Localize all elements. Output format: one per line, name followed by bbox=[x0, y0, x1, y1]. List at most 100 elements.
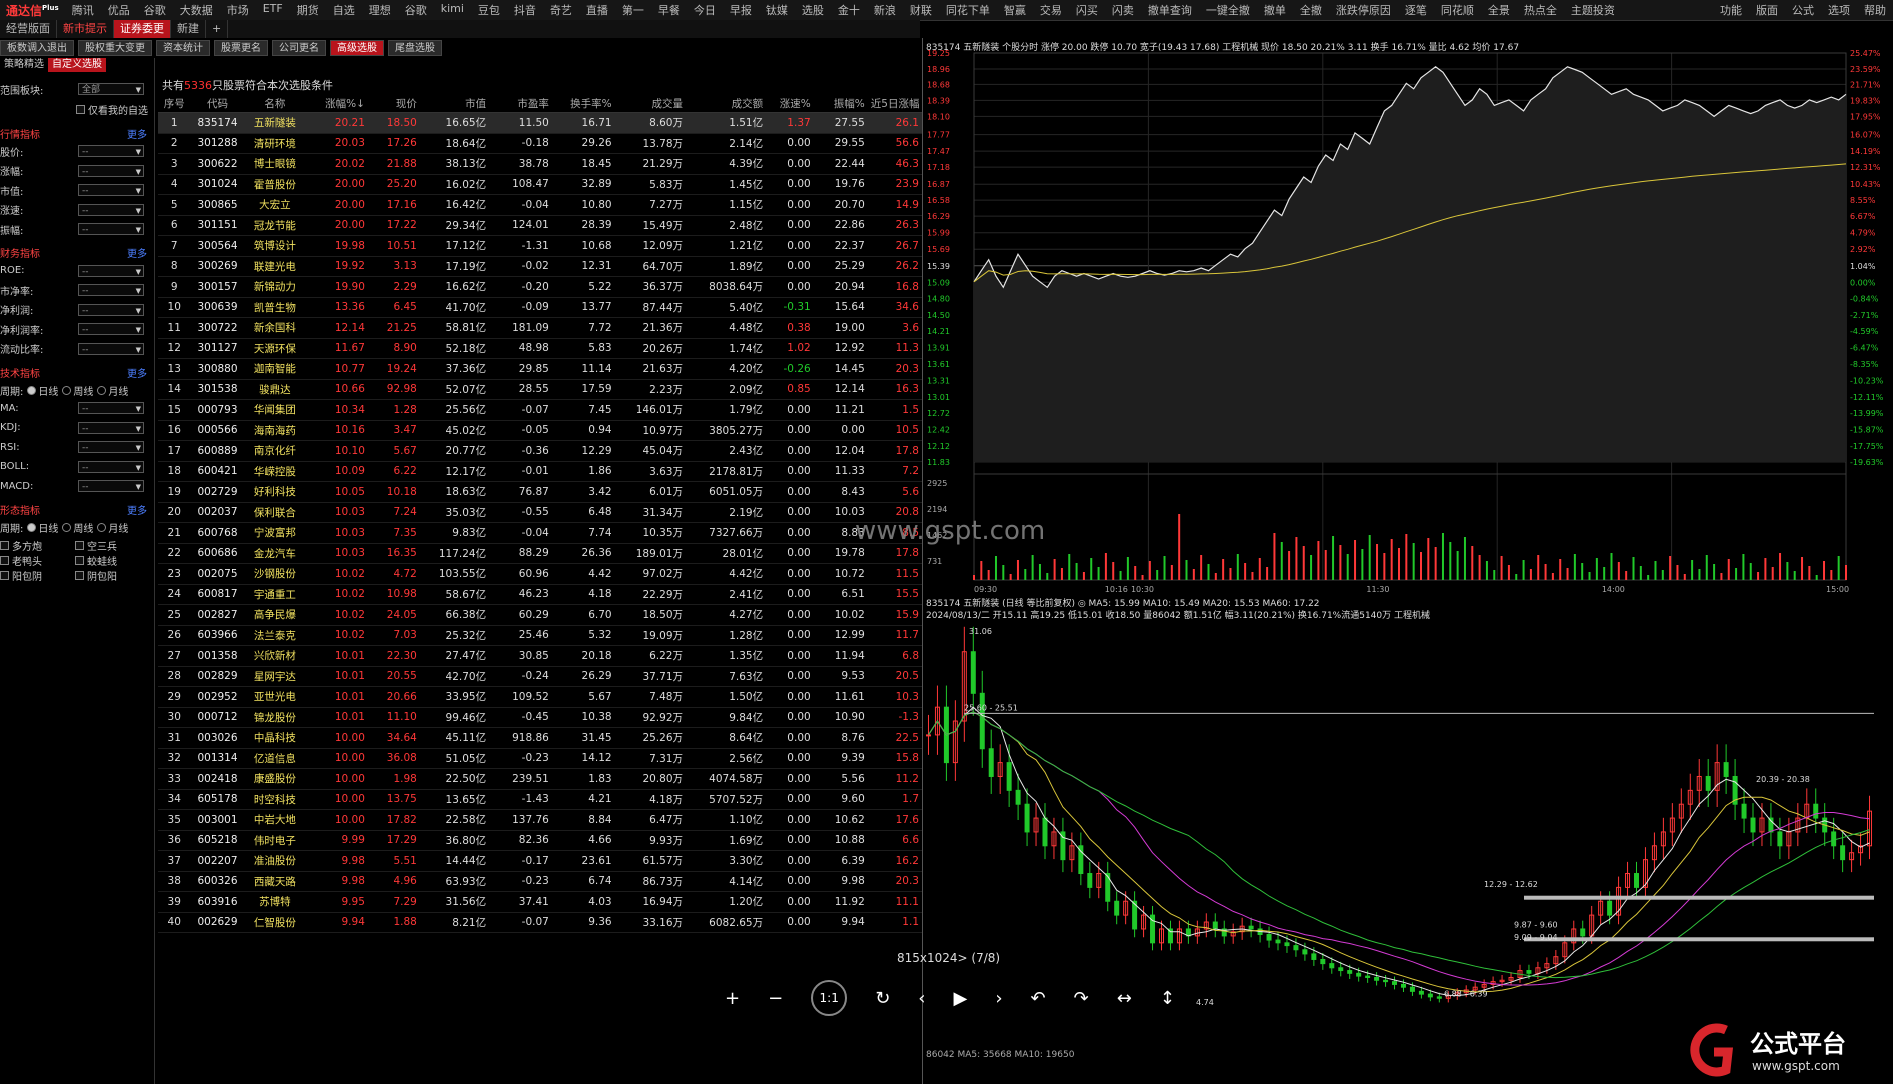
table-row[interactable]: 8 300269 联建光电 19.92 3.13 17.19亿 -0.02 12.31 64.7… bbox=[158, 256, 922, 277]
column-header[interactable]: 振幅% bbox=[813, 95, 868, 113]
viewer-button-9[interactable]: ↔ bbox=[1117, 988, 1132, 1009]
menu-item[interactable]: 谷歌 bbox=[137, 2, 173, 18]
pattern-checkbox[interactable] bbox=[0, 556, 9, 565]
filter-select[interactable]: -- bbox=[78, 342, 144, 356]
column-header[interactable]: 市值 bbox=[419, 95, 490, 113]
menu-item[interactable]: 主题投资 bbox=[1564, 2, 1622, 18]
table-row[interactable]: 5 300865 大宏立 20.00 17.16 16.42亿 -0.04 10.80 7.27… bbox=[158, 194, 922, 216]
tab-3[interactable]: 新建 bbox=[171, 20, 206, 38]
table-row[interactable]: 15 000793 华闻集团 10.34 1.28 25.56亿 -0.07 7.45 146.… bbox=[158, 399, 922, 421]
menu-right-item[interactable]: 公式 bbox=[1785, 2, 1821, 18]
subtab-6[interactable]: 尾盘选股 bbox=[388, 40, 442, 56]
column-header[interactable]: 换手率% bbox=[551, 95, 615, 113]
menu-item[interactable]: 自选 bbox=[326, 2, 362, 18]
column-header[interactable]: 名称 bbox=[244, 95, 306, 113]
subtab-3[interactable]: 股票更名 bbox=[214, 40, 268, 56]
menu-item[interactable]: 早餐 bbox=[651, 2, 687, 18]
table-row[interactable]: 14 301538 骏鼎达 10.66 92.98 52.07亿 28.55 17.59 2.2… bbox=[158, 379, 922, 400]
viewer-button-0[interactable]: + bbox=[725, 988, 740, 1009]
table-row[interactable]: 28 002829 星网宇达 10.01 20.55 42.70亿 -0.24 26.29 37… bbox=[158, 666, 922, 687]
table-row[interactable]: 17 600889 南京化纤 10.10 5.67 20.77亿 -0.36 12.29 45.… bbox=[158, 440, 922, 462]
table-row[interactable]: 38 600326 西藏天路 9.98 4.96 63.93亿 -0.23 6.74 86.73… bbox=[158, 871, 922, 892]
table-row[interactable]: 3 300622 博士眼镜 20.02 21.88 38.13亿 38.78 18.45 21.… bbox=[158, 153, 922, 175]
more-link[interactable]: 更多 bbox=[127, 126, 147, 141]
menu-item[interactable]: 一键全撤 bbox=[1199, 2, 1257, 18]
period-radio[interactable] bbox=[97, 523, 107, 532]
filter-select[interactable]: -- bbox=[78, 223, 144, 236]
column-header[interactable]: 近5日涨幅 bbox=[867, 95, 922, 113]
menu-item[interactable]: 涨跌停原因 bbox=[1329, 2, 1398, 18]
pattern-option[interactable]: 老鸭头 bbox=[0, 553, 75, 568]
table-row[interactable]: 13 300880 迦南智能 10.77 19.24 37.36亿 29.85 11.14 21… bbox=[158, 358, 922, 380]
menu-item[interactable]: 谷歌 bbox=[398, 2, 434, 18]
menu-item[interactable]: 智赢 bbox=[997, 2, 1033, 18]
menu-item[interactable]: 市场 bbox=[220, 2, 256, 18]
menu-item[interactable]: 期货 bbox=[290, 2, 326, 18]
period-radio[interactable] bbox=[62, 385, 72, 395]
tab-4[interactable]: + bbox=[206, 20, 229, 38]
filter-select[interactable]: -- bbox=[78, 303, 144, 317]
period-radio[interactable] bbox=[62, 523, 72, 532]
table-row[interactable]: 6 301151 冠龙节能 20.00 17.22 29.34亿 124.01 28.39 15… bbox=[158, 215, 922, 236]
table-row[interactable]: 20 002037 保利联合 10.03 7.24 35.03亿 -0.55 6.48 31.3… bbox=[158, 502, 922, 523]
column-header[interactable]: 涨幅%↓ bbox=[305, 95, 368, 113]
menu-item[interactable]: 大数据 bbox=[173, 2, 220, 18]
pattern-checkbox[interactable] bbox=[75, 571, 84, 580]
only-self-checkbox[interactable] bbox=[76, 104, 85, 114]
table-row[interactable]: 23 002075 沙钢股份 10.02 4.72 103.55亿 60.96 4.42 97.… bbox=[158, 563, 922, 585]
filter-select[interactable]: -- bbox=[78, 402, 144, 415]
tab-2[interactable]: 证券委更 bbox=[114, 20, 171, 38]
viewer-button-8[interactable]: ↷ bbox=[1074, 988, 1089, 1009]
pattern-checkbox[interactable] bbox=[0, 571, 9, 580]
subtab-2[interactable]: 资本统计 bbox=[156, 40, 210, 56]
table-row[interactable]: 21 600768 宁波富邦 10.03 7.35 9.83亿 -0.04 7.74 10.35… bbox=[158, 522, 922, 544]
viewer-button-10[interactable]: ↕ bbox=[1160, 988, 1175, 1009]
menu-item[interactable]: 早报 bbox=[723, 2, 759, 18]
viewer-button-1[interactable]: − bbox=[768, 988, 783, 1009]
menu-item[interactable]: 全景 bbox=[1481, 2, 1517, 18]
menu-item[interactable]: 新浪 bbox=[867, 2, 903, 18]
period-radio[interactable] bbox=[27, 385, 37, 395]
column-header[interactable]: 市盈率 bbox=[489, 95, 552, 113]
menu-item[interactable]: 理想 bbox=[362, 2, 398, 18]
filter-select[interactable]: -- bbox=[78, 284, 144, 297]
table-row[interactable]: 26 603966 法兰泰克 10.02 7.03 25.32亿 25.46 5.32 19.0… bbox=[158, 625, 922, 646]
pattern-checkbox[interactable] bbox=[75, 541, 84, 550]
menu-item[interactable]: 全撤 bbox=[1293, 2, 1329, 18]
filter-select[interactable]: -- bbox=[78, 480, 144, 493]
pattern-option[interactable]: 空三兵 bbox=[75, 538, 150, 553]
filter-select[interactable]: -- bbox=[78, 460, 144, 474]
pattern-option[interactable]: 多方炮 bbox=[0, 538, 75, 553]
table-row[interactable]: 36 605218 伟时电子 9.99 17.29 36.80亿 82.36 4.66 9.93… bbox=[158, 830, 922, 851]
viewer-button-4[interactable]: ‹ bbox=[918, 988, 925, 1009]
table-row[interactable]: 10 300639 凯普生物 13.36 6.45 41.70亿 -0.09 13.77 87.… bbox=[158, 297, 922, 318]
menu-right-item[interactable]: 选项 bbox=[1821, 2, 1857, 18]
filter-select[interactable]: -- bbox=[78, 184, 144, 197]
menu-item[interactable]: 钛媒 bbox=[759, 2, 795, 18]
period-radio[interactable] bbox=[97, 385, 107, 395]
table-row[interactable]: 32 001314 亿道信息 10.00 36.08 51.05亿 -0.23 14.12 7.… bbox=[158, 748, 922, 769]
menu-item[interactable]: 直播 bbox=[579, 2, 615, 18]
table-row[interactable]: 4 301024 霍普股份 20.00 25.20 16.02亿 108.47 32.89 5.… bbox=[158, 174, 922, 195]
menu-item[interactable]: 优品 bbox=[101, 2, 137, 18]
pattern-option[interactable]: 阳包阴 bbox=[0, 568, 75, 583]
table-row[interactable]: 39 603916 苏博特 9.95 7.29 31.56亿 37.41 4.03 16.94万… bbox=[158, 891, 922, 913]
column-header[interactable]: 序号 bbox=[158, 95, 191, 113]
viewer-button-3[interactable]: ↻ bbox=[875, 988, 890, 1009]
menu-item[interactable]: 抖音 bbox=[507, 2, 543, 18]
menu-item[interactable]: 同花顺 bbox=[1434, 2, 1481, 18]
table-row[interactable]: 11 300722 新余国科 12.14 21.25 58.81亿 181.09 7.72 21… bbox=[158, 317, 922, 339]
table-row[interactable]: 37 002207 准油股份 9.98 5.51 14.44亿 -0.17 23.61 61.5… bbox=[158, 850, 922, 872]
filter-select[interactable]: -- bbox=[78, 421, 144, 435]
intraday-chart[interactable]: 19.25 25.47%18.96 23.59%18.68 21.71%18.39 19… bbox=[924, 38, 1893, 598]
subtab-0[interactable]: 板数调入退出 bbox=[0, 40, 74, 56]
menu-item[interactable]: 同花下单 bbox=[939, 2, 997, 18]
subtab-1[interactable]: 股权重大变更 bbox=[78, 40, 152, 56]
filter-select[interactable]: -- bbox=[78, 145, 144, 158]
menu-item[interactable]: 逐笔 bbox=[1398, 2, 1434, 18]
table-row[interactable]: 35 003001 中岩大地 10.00 17.82 22.58亿 137.76 8.84 6.… bbox=[158, 809, 922, 831]
left-tab-0[interactable]: 策略精选 bbox=[0, 58, 48, 72]
viewer-button-5[interactable]: ▶ bbox=[953, 988, 967, 1009]
pattern-option[interactable]: 阴包阳 bbox=[75, 568, 150, 583]
table-row[interactable]: 2 301288 清研环境 20.03 17.26 18.64亿 -0.18 29.26 13.… bbox=[158, 133, 922, 154]
